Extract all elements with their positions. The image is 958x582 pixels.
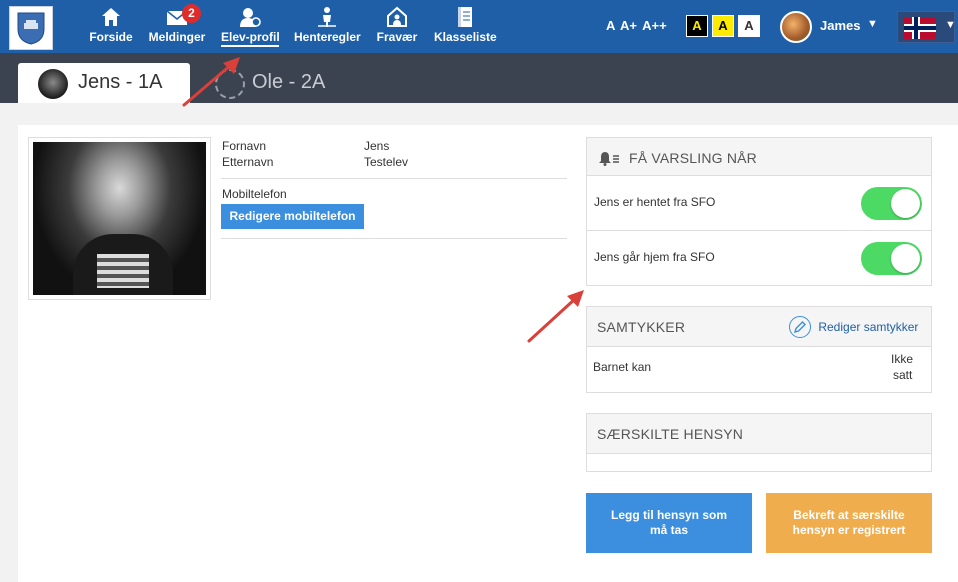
consent-panel: SAMTYKKER Rediger samtykker Barnet kan I… [586, 306, 932, 393]
nav-label: Forside [89, 30, 133, 44]
annotation-arrow-icon [182, 57, 240, 107]
notification-panel-header: FÅ VARSLING NÅR [587, 138, 931, 176]
nav-henteregler[interactable]: Henteregler [294, 5, 361, 49]
home-icon [102, 8, 120, 26]
notification-title: FÅ VARSLING NÅR [629, 150, 757, 166]
nav-fravaer[interactable]: Fravær [376, 5, 418, 49]
notify-label: Jens er hentet fra SFO [594, 195, 716, 209]
notification-panel: FÅ VARSLING NÅR Jens er hentet fra SFO J… [586, 137, 932, 286]
nav-klasseliste[interactable]: Klasseliste [434, 5, 497, 49]
notify-row-goes-home: Jens går hjem fra SFO [587, 231, 931, 286]
student-tab-label: Jens - 1A [78, 71, 163, 93]
user-menu-caret-icon[interactable]: ▼ [867, 18, 878, 30]
student-tabs: Jens - 1A Ole - 2A [0, 53, 958, 103]
pickup-icon [318, 7, 336, 27]
annotation-arrow-icon [527, 290, 584, 343]
nav-forside[interactable]: Forside [88, 5, 134, 49]
user-avatar[interactable] [780, 11, 812, 43]
contrast-black-yellow-button[interactable]: A [686, 15, 708, 37]
font-size-controls[interactable]: A A+ A++ [606, 18, 667, 33]
contrast-white-button[interactable]: A [738, 15, 760, 37]
norway-flag-icon [904, 17, 936, 39]
user-gear-icon [240, 8, 261, 27]
notify-label: Jens går hjem fra SFO [594, 250, 715, 264]
edit-consent-label: Rediger samtykker [818, 320, 919, 334]
nav-label: Meldinger [148, 30, 206, 44]
edit-mobile-button[interactable]: Redigere mobiltelefon [221, 204, 364, 229]
last-name-value: Testelev [364, 155, 409, 169]
nav-label: Henteregler [294, 30, 361, 44]
coat-of-arms-icon [17, 12, 45, 45]
student-tab-label: Ole - 2A [252, 71, 326, 93]
special-considerations-panel: SÆRSKILTE HENSYN [586, 413, 932, 472]
municipality-logo[interactable] [9, 6, 53, 50]
notebook-icon [458, 7, 472, 27]
house-person-icon [387, 6, 407, 27]
student-photo-image [33, 142, 206, 295]
special-considerations-header: SÆRSKILTE HENSYN [587, 414, 931, 454]
nav-meldinger[interactable]: 2 Meldinger [146, 4, 208, 49]
nav-label: Fravær [376, 30, 418, 44]
divider [221, 238, 567, 239]
user-name[interactable]: James [820, 18, 860, 33]
consent-row-value: Ikke [891, 352, 914, 366]
contrast-yellow-black-button[interactable]: A [712, 15, 734, 37]
goes-home-toggle[interactable] [861, 242, 922, 275]
add-consideration-button[interactable]: Legg til hensyn som må tas [586, 493, 752, 553]
language-caret-icon[interactable]: ▼ [945, 19, 956, 31]
nav-label: Elev-profil [221, 30, 280, 47]
picked-up-toggle[interactable] [861, 187, 922, 220]
divider [221, 178, 567, 179]
pencil-icon [789, 316, 811, 338]
nav-label: Klasseliste [434, 30, 497, 44]
mobile-label: Mobiltelefon [222, 187, 287, 201]
top-navigation: Forside 2 Meldinger Elev-profil Hentereg… [0, 0, 958, 53]
special-considerations-title: SÆRSKILTE HENSYN [597, 426, 744, 442]
first-name-label: Fornavn [222, 139, 267, 153]
notify-row-picked-up: Jens er hentet fra SFO [587, 176, 931, 231]
first-name-value: Jens [364, 139, 390, 153]
unread-badge: 2 [182, 4, 201, 23]
consent-row-label: Barnet kan [593, 360, 652, 374]
nav-elev-profil[interactable]: Elev-profil [221, 5, 280, 49]
student-tab-jens[interactable]: Jens - 1A [18, 63, 190, 103]
consent-title: SAMTYKKER [597, 319, 686, 335]
consent-row-value: satt [893, 368, 913, 382]
consent-panel-header: SAMTYKKER Rediger samtykker [587, 307, 931, 347]
bell-list-icon [599, 152, 619, 166]
student-avatar [38, 69, 68, 99]
edit-consent-link[interactable]: Rediger samtykker [789, 316, 918, 338]
student-photo [28, 137, 211, 300]
confirm-considerations-button[interactable]: Bekreft at særskilte hensyn er registrer… [766, 493, 932, 553]
last-name-label: Etternavn [222, 155, 274, 169]
